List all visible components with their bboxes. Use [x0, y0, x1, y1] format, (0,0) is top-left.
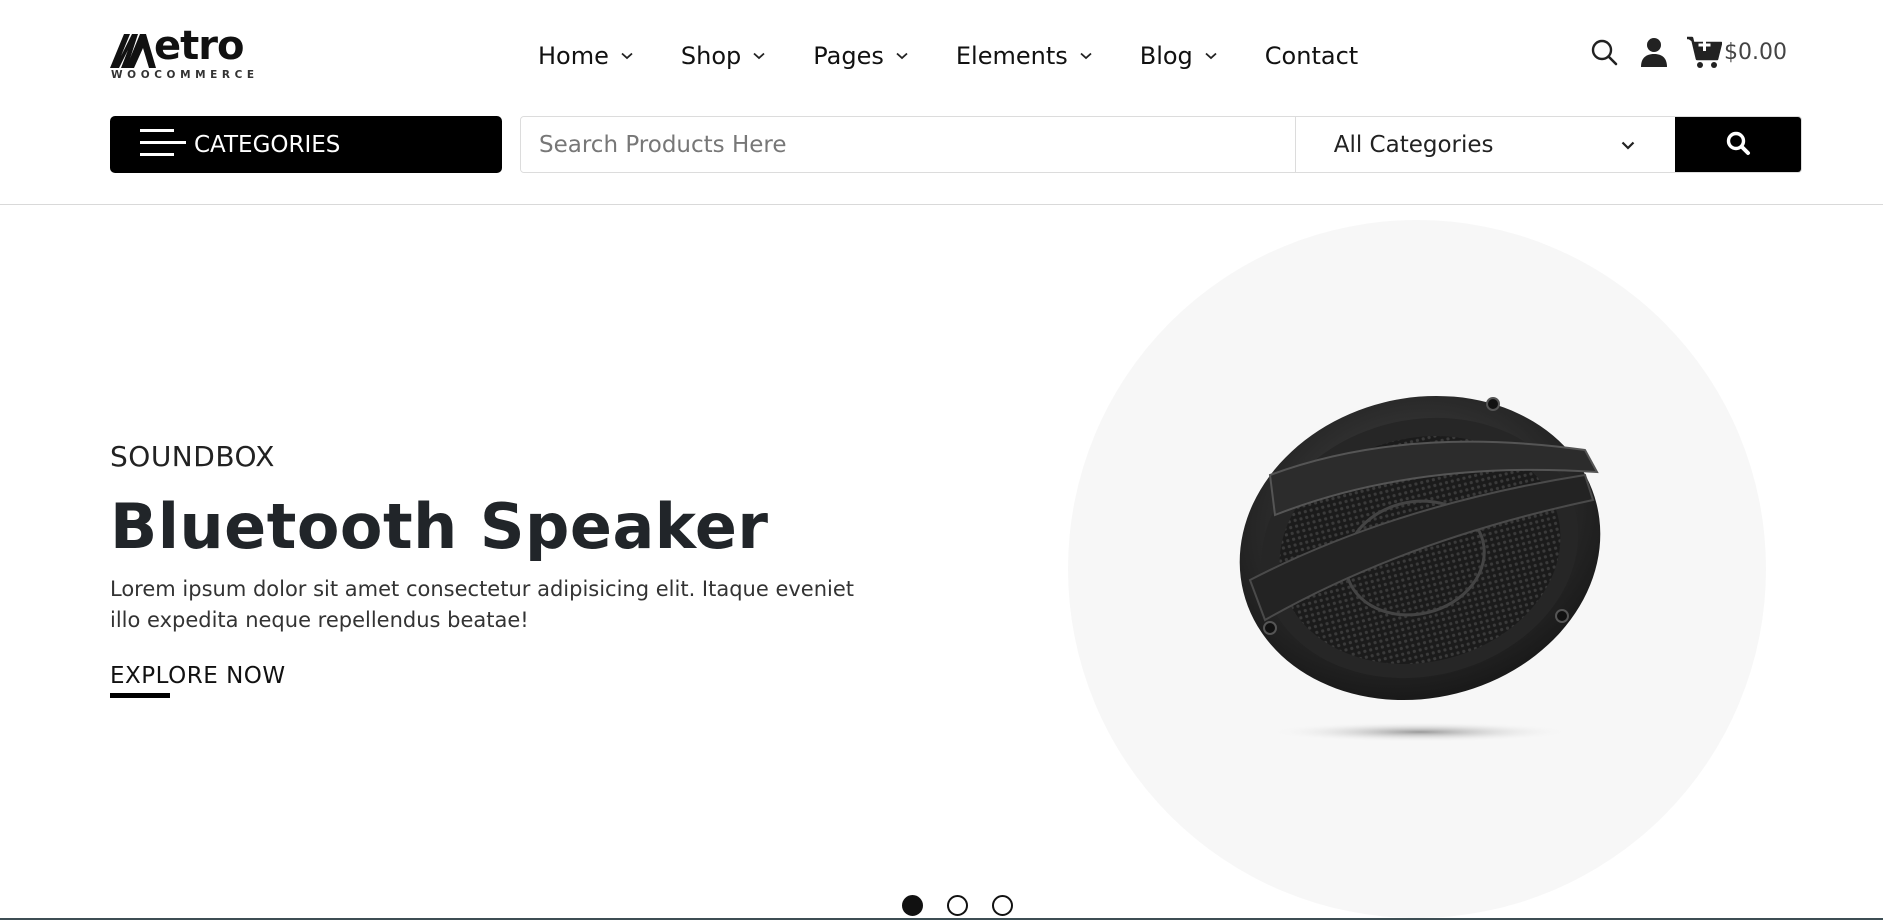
nav-label-home: Home [538, 42, 609, 70]
site-logo[interactable]: etro WOOCOMMERCE [110, 22, 266, 84]
search-input[interactable] [521, 117, 1295, 172]
nav-label-contact: Contact [1264, 42, 1359, 70]
chevron-down-icon [1205, 52, 1217, 60]
logo-wordmark: etro [110, 22, 244, 69]
nav-label-pages: Pages [813, 42, 884, 70]
hero-title: Bluetooth Speaker [110, 490, 769, 563]
nav-label-elements: Elements [955, 42, 1068, 70]
nav-item-pages[interactable]: Pages [813, 42, 908, 70]
chevron-down-icon [896, 52, 908, 60]
chevron-down-icon [1080, 52, 1092, 60]
logo-text: etro [154, 23, 244, 69]
search-icon[interactable] [1590, 38, 1618, 66]
nav-item-shop[interactable]: Shop [681, 42, 765, 70]
nav-item-contact[interactable]: Contact [1265, 42, 1358, 70]
chevron-down-icon [753, 52, 765, 60]
logo-m-mark [110, 34, 156, 68]
slider-dot-1[interactable] [902, 895, 923, 916]
hero-description: Lorem ipsum dolor sit amet consectetur a… [110, 577, 855, 632]
explore-now-link[interactable]: EXPLORE NOW [110, 663, 286, 698]
category-select-value: All Categories [1333, 131, 1494, 158]
speaker-product-image [1239, 395, 1601, 742]
hero-subtitle: SOUNDBOX [110, 440, 275, 473]
nav-item-home[interactable]: Home [538, 42, 633, 70]
chevron-down-icon [621, 52, 633, 60]
nav-item-elements[interactable]: Elements [956, 42, 1092, 70]
chevron-down-icon [1621, 135, 1635, 154]
nav-label-shop: Shop [680, 42, 742, 70]
cart-total[interactable]: $0.00 [1724, 40, 1787, 65]
main-nav: Home Shop Pages Elements Blog Contact [538, 36, 1358, 76]
logo-subtext: WOOCOMMERCE [111, 69, 259, 81]
nav-item-blog[interactable]: Blog [1140, 42, 1217, 70]
categories-button[interactable]: CATEGORIES [110, 116, 502, 173]
explore-now-label: EXPLORE NOW [110, 663, 286, 689]
site-header: etro WOOCOMMERCE Home Shop Pages Element… [0, 0, 1883, 205]
categories-label: CATEGORIES [194, 131, 341, 158]
slider-pagination [902, 895, 1037, 916]
cart-add-icon[interactable] [1686, 35, 1722, 69]
slider-dot-2[interactable] [947, 895, 968, 916]
category-select[interactable]: All Categories [1294, 117, 1675, 172]
search-submit-button[interactable] [1675, 117, 1801, 172]
hamburger-icon [140, 128, 186, 162]
slider-dot-3[interactable] [992, 895, 1013, 916]
user-icon[interactable] [1640, 37, 1668, 67]
search-icon [1725, 130, 1751, 160]
product-search-bar: All Categories [520, 116, 1802, 173]
nav-label-blog: Blog [1139, 42, 1193, 70]
header-actions: $0.00 [1590, 32, 1787, 72]
cta-underline [110, 693, 170, 698]
